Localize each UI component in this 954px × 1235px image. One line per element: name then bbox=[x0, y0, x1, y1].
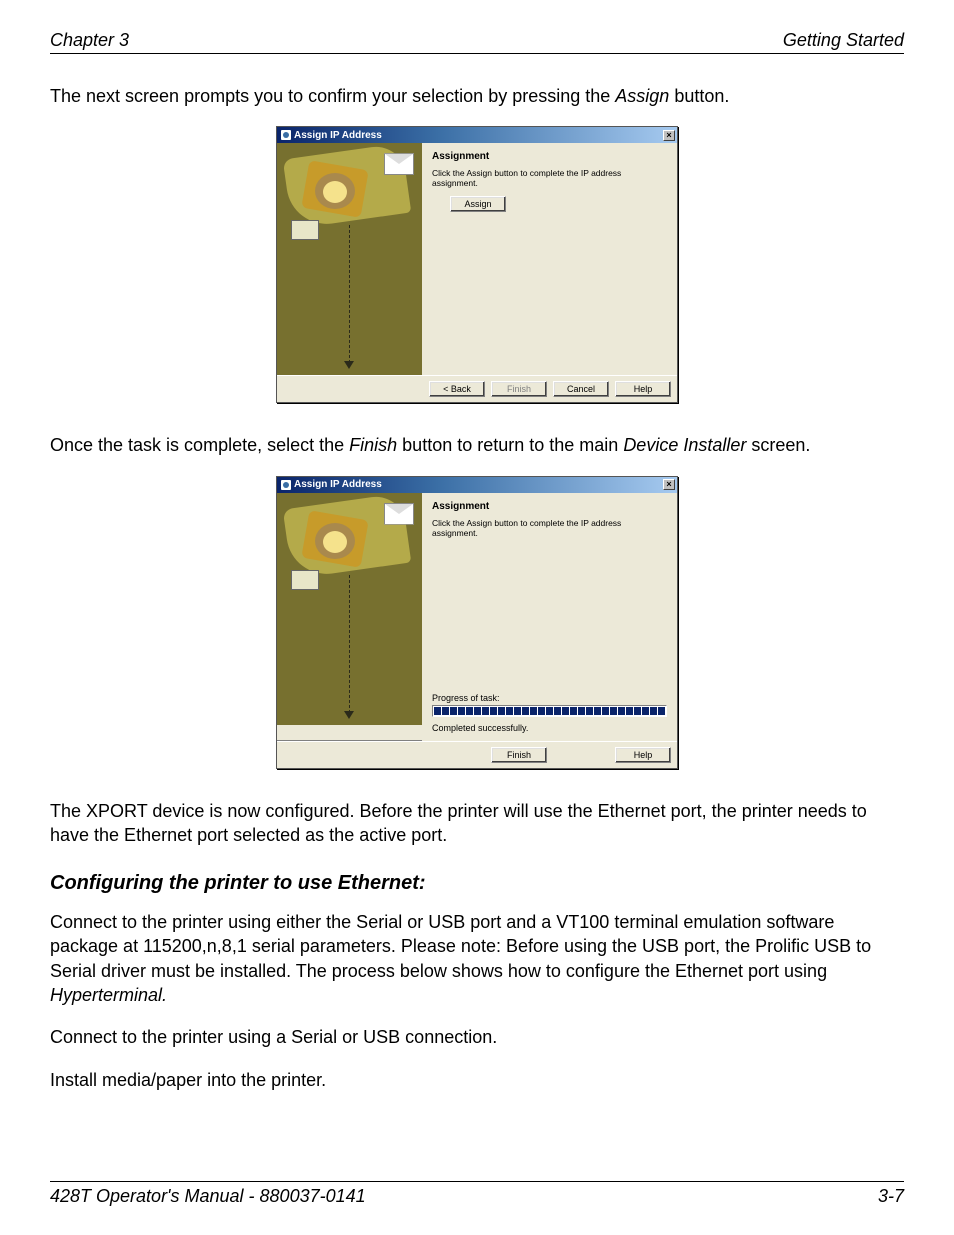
footer-manual: 428T Operator's Manual - 880037-0141 bbox=[50, 1186, 366, 1207]
progress-bar bbox=[432, 705, 667, 717]
section-heading: Assignment bbox=[432, 151, 667, 162]
back-button[interactable]: < Back bbox=[429, 381, 485, 397]
titlebar: Assign IP Address × bbox=[277, 477, 677, 493]
dialog-button-bar: Finish Help bbox=[277, 741, 677, 768]
paragraph-intro-assign: The next screen prompts you to confirm y… bbox=[50, 84, 904, 108]
close-icon[interactable]: × bbox=[663, 479, 675, 490]
assign-ip-dialog-2: Assign IP Address × Assignment Click the… bbox=[276, 476, 678, 769]
app-icon bbox=[281, 130, 291, 140]
window-title: Assign IP Address bbox=[294, 130, 382, 141]
titlebar: Assign IP Address × bbox=[277, 127, 677, 143]
finish-button-disabled: Finish bbox=[491, 381, 547, 397]
instruction-text: Click the Assign button to complete the … bbox=[432, 518, 667, 538]
paragraph-connect-serial-usb: Connect to the printer using a Serial or… bbox=[50, 1025, 904, 1049]
wizard-sidebar-art bbox=[277, 143, 422, 375]
paragraph-xport-configured: The XPORT device is now configured. Befo… bbox=[50, 799, 904, 848]
footer-page-number: 3-7 bbox=[878, 1186, 904, 1207]
finish-button[interactable]: Finish bbox=[491, 747, 547, 763]
app-icon bbox=[281, 480, 291, 490]
completed-text: Completed successfully. bbox=[432, 723, 667, 733]
page-footer: 428T Operator's Manual - 880037-0141 3-7 bbox=[50, 1181, 904, 1207]
dialog-content: Assignment Click the Assign button to co… bbox=[422, 493, 677, 741]
dialog-button-bar: < Back Finish Cancel Help bbox=[277, 375, 677, 402]
header-chapter: Chapter 3 bbox=[50, 30, 129, 51]
wizard-sidebar-art bbox=[277, 493, 422, 725]
help-button[interactable]: Help bbox=[615, 381, 671, 397]
assign-ip-dialog-1: Assign IP Address × Assignment Click the… bbox=[276, 126, 678, 403]
instruction-text: Click the Assign button to complete the … bbox=[432, 168, 667, 188]
paragraph-install-media: Install media/paper into the printer. bbox=[50, 1068, 904, 1092]
paragraph-connect-instructions: Connect to the printer using either the … bbox=[50, 910, 904, 1007]
assign-button[interactable]: Assign bbox=[450, 196, 506, 212]
paragraph-finish: Once the task is complete, select the Fi… bbox=[50, 433, 904, 457]
help-button[interactable]: Help bbox=[615, 747, 671, 763]
dialog-content: Assignment Click the Assign button to co… bbox=[422, 143, 677, 375]
header-section: Getting Started bbox=[783, 30, 904, 51]
screenshot-finish-dialog: Assign IP Address × Assignment Click the… bbox=[50, 476, 904, 769]
progress-label: Progress of task: bbox=[432, 693, 667, 703]
subheading-configure-ethernet: Configuring the printer to use Ethernet: bbox=[50, 872, 904, 895]
page-header: Chapter 3 Getting Started bbox=[50, 30, 904, 54]
cancel-button[interactable]: Cancel bbox=[553, 381, 609, 397]
close-icon[interactable]: × bbox=[663, 130, 675, 141]
window-title: Assign IP Address bbox=[294, 479, 382, 490]
screenshot-assign-dialog: Assign IP Address × Assignment Click the… bbox=[50, 126, 904, 403]
section-heading: Assignment bbox=[432, 501, 667, 512]
